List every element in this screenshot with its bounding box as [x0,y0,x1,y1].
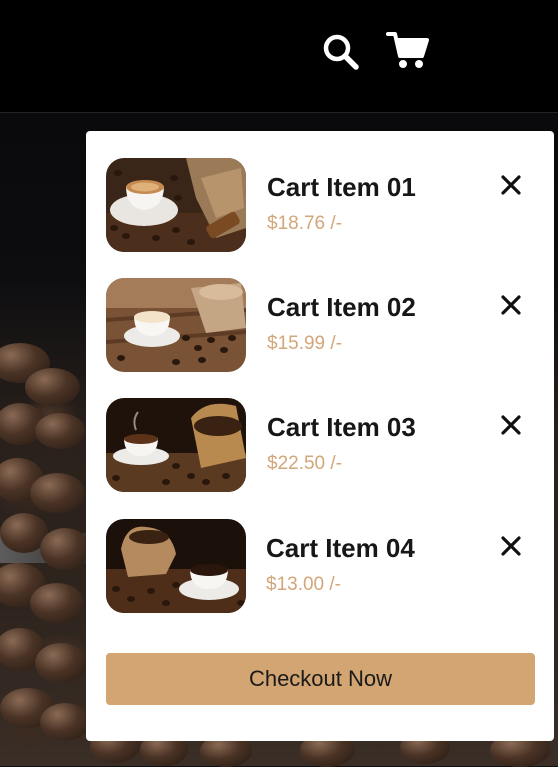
cart-dropdown-panel: Cart Item 01 $18.76 /- Cart Item 02 $15.… [86,131,554,741]
cart-item-image [106,278,246,372]
cart-item-image [106,158,246,252]
cart-item-image [106,519,246,613]
close-icon[interactable] [498,412,524,438]
cart-item: Cart Item 02 $15.99 /- [106,278,536,372]
cart-item-image [106,398,246,492]
cart-item-name: Cart Item 03 [267,412,416,442]
cart-icon[interactable] [386,30,430,70]
cart-item: Cart Item 03 $22.50 /- [106,398,536,492]
close-icon[interactable] [498,172,524,198]
cart-item-price: $13.00 /- [266,574,341,595]
cart-item-name: Cart Item 04 [266,533,415,563]
header-bar [0,0,558,113]
cart-item: Cart Item 04 $13.00 /- [106,519,536,613]
cart-item: Cart Item 01 $18.76 /- [106,158,536,252]
cart-item-price: $15.99 /- [267,333,342,354]
cart-item-price: $18.76 /- [267,213,342,234]
cart-item-name: Cart Item 01 [267,172,416,202]
close-icon[interactable] [498,292,524,318]
close-icon[interactable] [498,533,524,559]
checkout-button[interactable]: Checkout Now [106,653,535,705]
search-icon[interactable] [322,33,360,71]
cart-item-price: $22.50 /- [267,453,342,474]
cart-item-name: Cart Item 02 [267,292,416,322]
